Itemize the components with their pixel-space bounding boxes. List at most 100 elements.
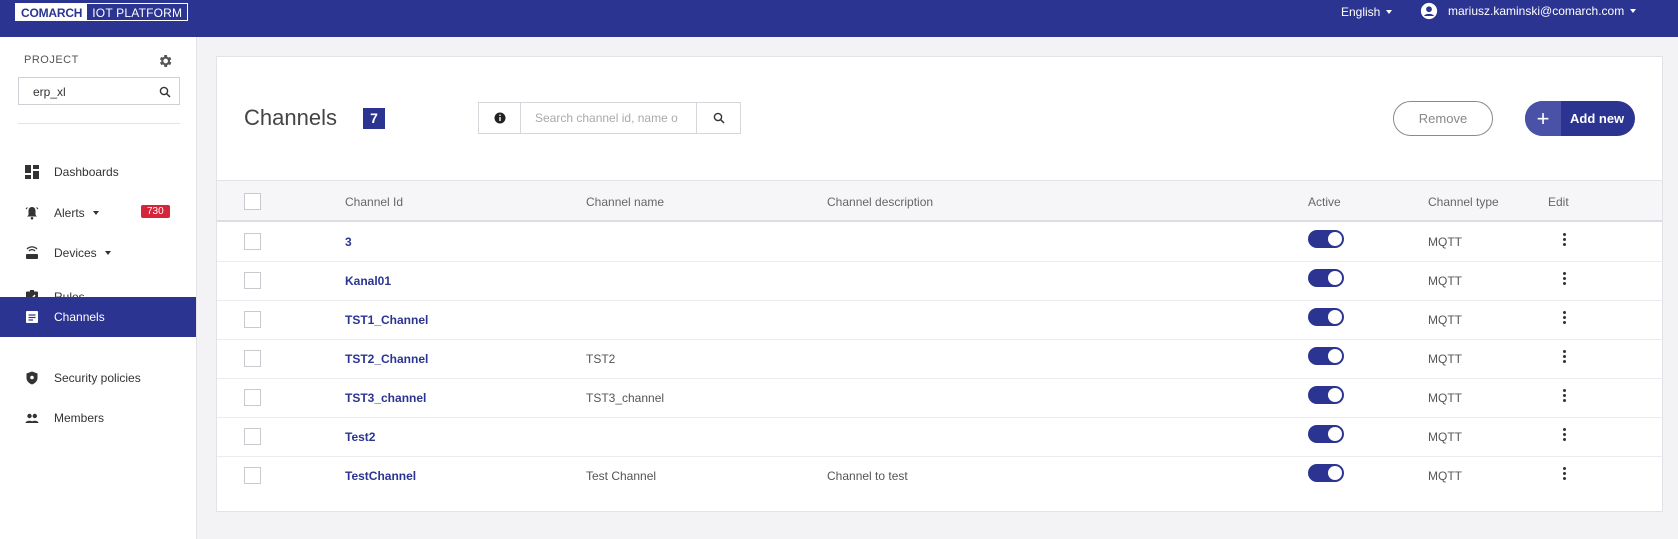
channel-search: [478, 102, 741, 134]
channel-description: Channel to test: [827, 469, 908, 483]
project-search-input[interactable]: erp_xl: [18, 77, 180, 105]
sidebar-item-devices[interactable]: Devices: [0, 233, 196, 273]
user-email: mariusz.kaminski@comarch.com: [1448, 4, 1625, 18]
shield-icon: [26, 371, 38, 385]
channel-id-link[interactable]: 3: [345, 235, 352, 249]
language-label: English: [1341, 5, 1381, 19]
info-button[interactable]: [479, 103, 521, 133]
table-header: Channel Id Channel name Channel descript…: [217, 180, 1662, 222]
active-toggle[interactable]: [1308, 308, 1344, 326]
column-header-channel-name[interactable]: Channel name: [586, 195, 664, 209]
search-icon: [713, 112, 725, 124]
search-icon[interactable]: [159, 86, 171, 98]
channels-panel: Channels 7 Remove + Add new Channel Id C…: [216, 56, 1663, 512]
active-toggle[interactable]: [1308, 386, 1344, 404]
language-selector[interactable]: English: [1341, 5, 1393, 19]
row-checkbox[interactable]: [244, 350, 261, 367]
table-row[interactable]: 3 MQTT: [217, 223, 1662, 262]
sidebar-item-members[interactable]: Members: [0, 398, 196, 438]
channel-type: MQTT: [1428, 274, 1462, 288]
info-icon: [494, 112, 505, 124]
select-all-checkbox[interactable]: [244, 193, 261, 210]
active-toggle[interactable]: [1308, 347, 1344, 365]
sidebar-item-label: Members: [54, 411, 105, 425]
table-row[interactable]: Test2 MQTT: [217, 418, 1662, 457]
channel-id-link[interactable]: Test2: [345, 430, 375, 444]
row-checkbox[interactable]: [244, 272, 261, 289]
more-vert-icon[interactable]: [1558, 269, 1570, 287]
list-icon: [26, 311, 38, 323]
chevron-down-icon: [1386, 10, 1393, 14]
more-vert-icon[interactable]: [1558, 425, 1570, 443]
router-icon: [26, 246, 38, 259]
table-row[interactable]: TST3_channel TST3_channel MQTT: [217, 379, 1662, 418]
sidebar-item-label: Alerts: [54, 206, 85, 220]
plus-icon: +: [1525, 101, 1561, 136]
divider: [18, 123, 180, 124]
more-vert-icon[interactable]: [1558, 308, 1570, 326]
row-checkbox[interactable]: [244, 389, 261, 406]
user-menu[interactable]: mariusz.kaminski@comarch.com: [1420, 2, 1637, 20]
chevron-down-icon: [92, 211, 99, 215]
people-icon: [25, 413, 39, 423]
more-vert-icon[interactable]: [1558, 464, 1570, 482]
channel-type: MQTT: [1428, 313, 1462, 327]
active-toggle[interactable]: [1308, 464, 1344, 482]
active-toggle[interactable]: [1308, 269, 1344, 287]
active-toggle[interactable]: [1308, 230, 1344, 248]
channel-type: MQTT: [1428, 469, 1462, 483]
row-checkbox[interactable]: [244, 428, 261, 445]
column-header-edit: Edit: [1548, 195, 1569, 209]
comarch-logo[interactable]: COMARCH IOT PLATFORM: [15, 3, 189, 21]
row-checkbox[interactable]: [244, 233, 261, 250]
search-button[interactable]: [696, 103, 740, 133]
alerts-count-badge: 730: [141, 205, 170, 218]
project-value: erp_xl: [33, 85, 66, 99]
channel-name: TST2: [586, 352, 616, 366]
column-header-channel-id[interactable]: Channel Id: [345, 195, 403, 209]
sidebar-item-security-policies[interactable]: Security policies: [0, 358, 196, 398]
sidebar-item-label: Security policies: [54, 371, 141, 385]
column-header-active[interactable]: Active: [1308, 195, 1341, 209]
dashboard-icon: [25, 165, 39, 179]
channel-id-link[interactable]: TST2_Channel: [345, 352, 428, 366]
column-header-channel-description[interactable]: Channel description: [827, 195, 933, 209]
remove-button[interactable]: Remove: [1393, 101, 1493, 136]
table-row[interactable]: TestChannel Test Channel Channel to test…: [217, 457, 1662, 496]
channel-type: MQTT: [1428, 352, 1462, 366]
channel-name: Test Channel: [586, 469, 657, 483]
channel-id-link[interactable]: TST1_Channel: [345, 313, 428, 327]
add-new-button[interactable]: + Add new: [1525, 101, 1635, 136]
channel-id-link[interactable]: Kanal01: [345, 274, 391, 288]
logo-product: IOT PLATFORM: [92, 6, 183, 20]
more-vert-icon[interactable]: [1558, 230, 1570, 248]
sidebar-item-channels[interactable]: Channels: [0, 297, 196, 337]
table-row[interactable]: TST1_Channel MQTT: [217, 301, 1662, 340]
row-checkbox[interactable]: [244, 467, 261, 484]
gear-icon[interactable]: [157, 53, 173, 69]
bell-icon: [25, 207, 39, 220]
sidebar-item-alerts[interactable]: Alerts 730: [0, 193, 196, 233]
channel-type: MQTT: [1428, 235, 1462, 249]
channel-id-link[interactable]: TestChannel: [345, 469, 416, 483]
table-row[interactable]: Kanal01 MQTT: [217, 262, 1662, 301]
channel-type: MQTT: [1428, 391, 1462, 405]
chevron-down-icon: [104, 251, 111, 255]
more-vert-icon[interactable]: [1558, 386, 1570, 404]
channel-name: TST3_channel: [586, 391, 665, 405]
row-checkbox[interactable]: [244, 311, 261, 328]
table-row[interactable]: TST2_Channel TST2 MQTT: [217, 340, 1662, 379]
add-new-label: Add new: [1570, 111, 1625, 126]
sidebar-item-label: Channels: [54, 310, 105, 324]
column-header-channel-type[interactable]: Channel type: [1428, 195, 1499, 209]
active-toggle[interactable]: [1308, 425, 1344, 443]
sidebar-item-label: Devices: [54, 246, 97, 260]
account-circle-icon: [1420, 2, 1438, 20]
more-vert-icon[interactable]: [1558, 347, 1570, 365]
sidebar: PROJECT erp_xl Dashboards Alerts 730 Dev…: [0, 37, 197, 539]
sidebar-item-label: Dashboards: [54, 165, 119, 179]
sidebar-item-dashboards[interactable]: Dashboards: [0, 152, 196, 192]
search-input[interactable]: [521, 103, 696, 133]
channel-id-link[interactable]: TST3_channel: [345, 391, 426, 405]
channel-count-badge: 7: [363, 108, 385, 129]
